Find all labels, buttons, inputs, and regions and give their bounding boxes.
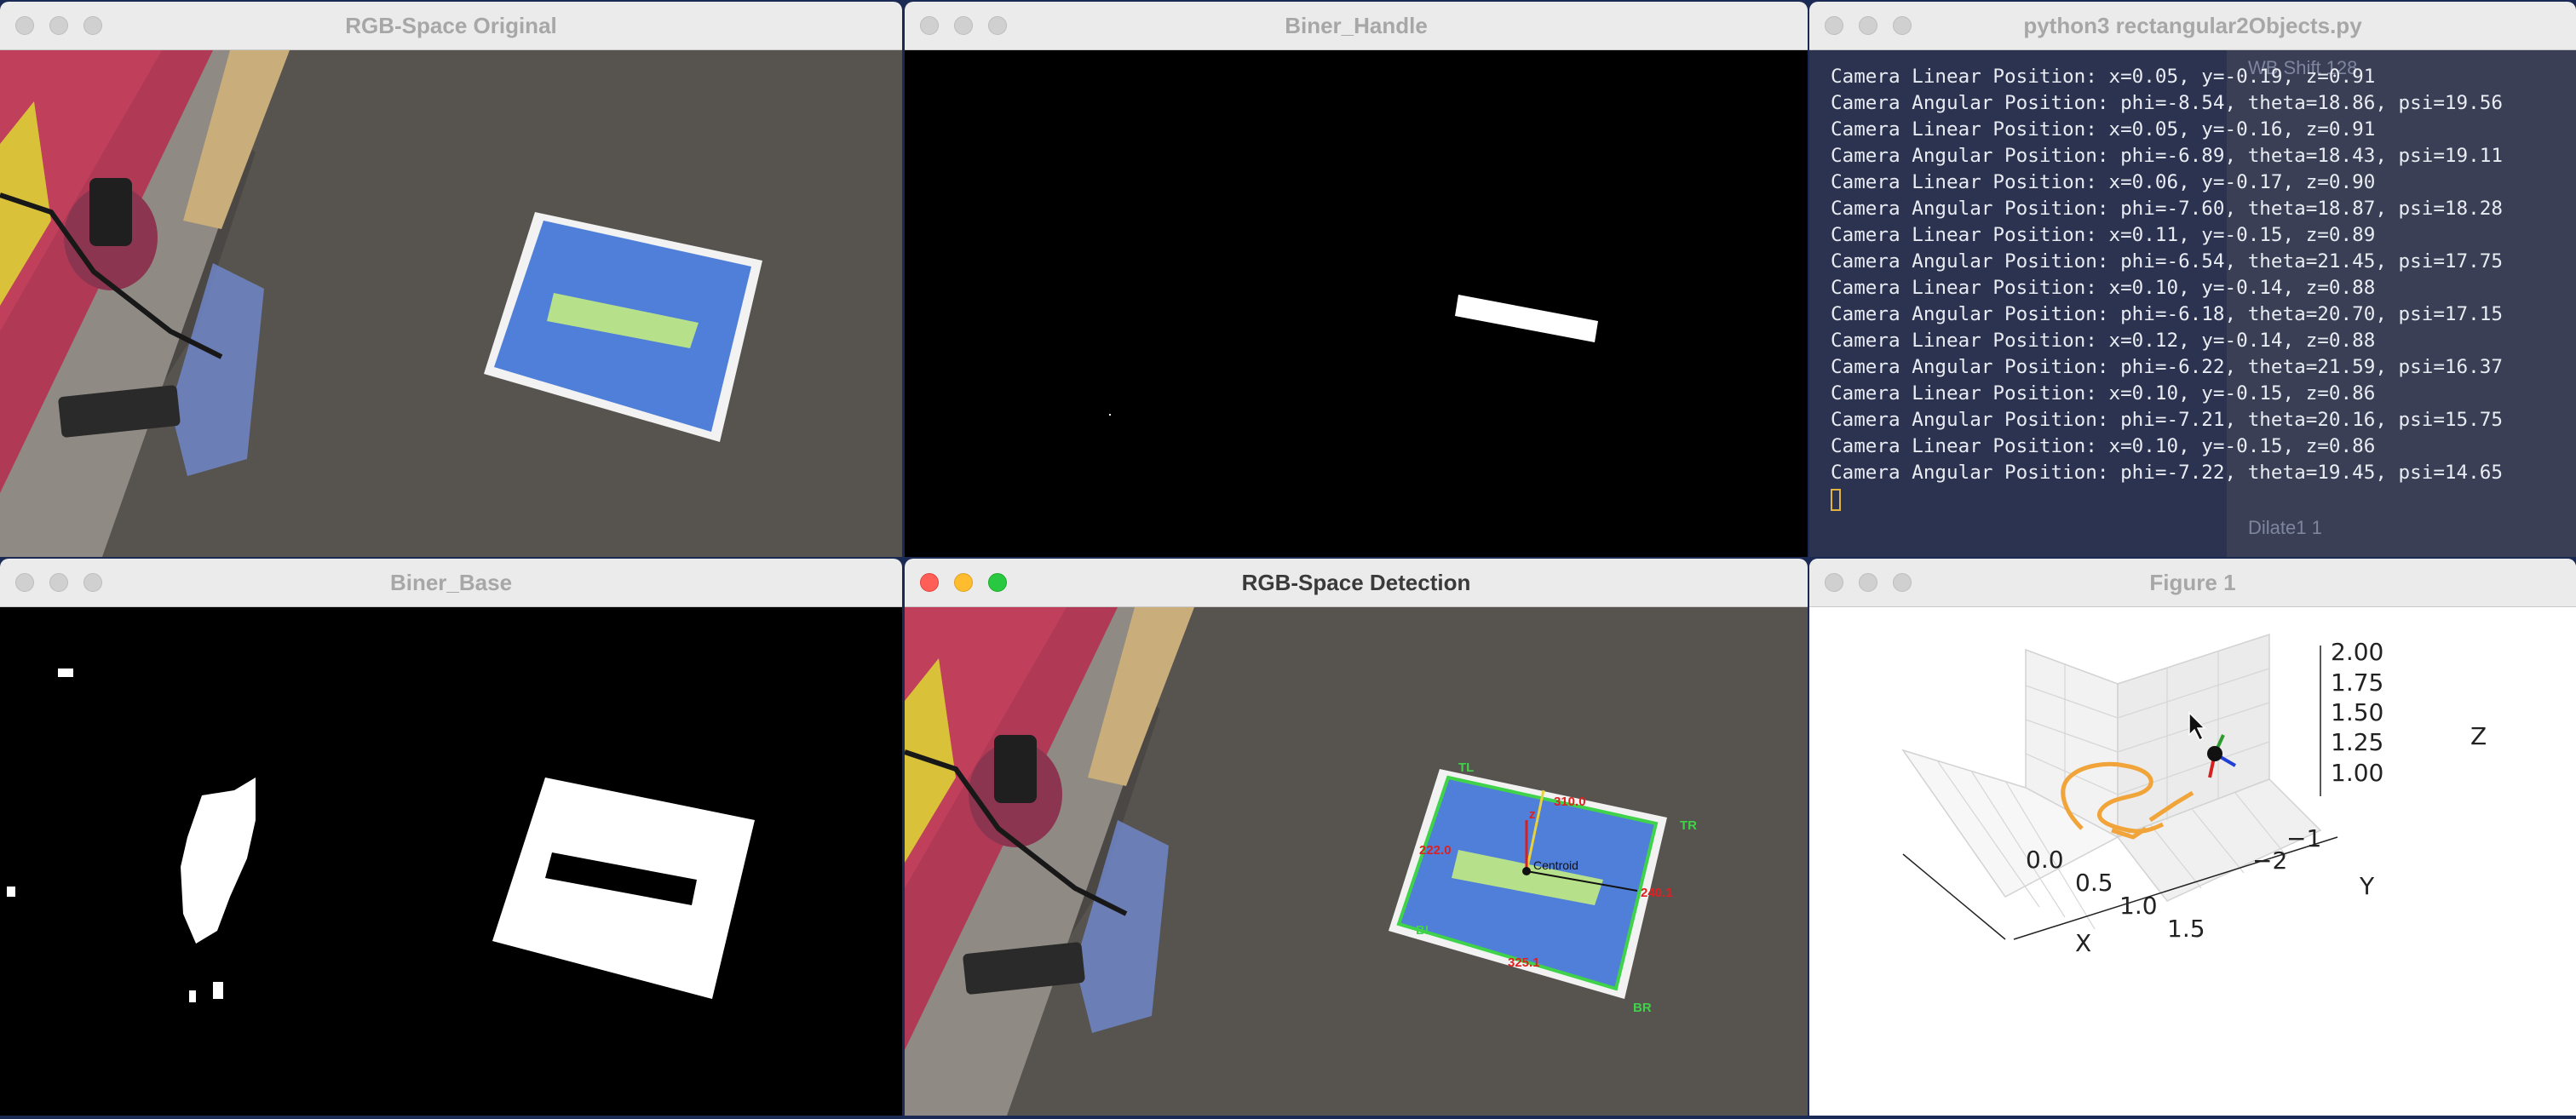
terminal-prompt[interactable] [1831, 486, 2576, 513]
terminal-line: Camera Linear Position: x=0.05, y=-0.19,… [1831, 66, 2376, 88]
window-rgb-original[interactable]: RGB-Space Original [0, 2, 902, 557]
terminal-line: Camera Angular Position: phi=-6.22, thet… [1831, 356, 2503, 378]
terminal-line: Camera Linear Position: x=0.10, y=-0.15,… [1831, 382, 2376, 405]
edge-length-bottom: 325.1 [1508, 955, 1540, 970]
titlebar[interactable]: RGB-Space Detection [905, 559, 1808, 607]
corner-label-tl: TL [1458, 760, 1474, 775]
titlebar[interactable]: Figure 1 [1809, 559, 2576, 607]
z-axis-label: Z [2470, 722, 2487, 750]
x-tick: 0.0 [2026, 846, 2064, 874]
z-tick: 2.00 [2331, 638, 2383, 666]
window-title: Biner_Base [389, 570, 513, 595]
centroid-label: Centroid [1533, 858, 1578, 872]
window-title: python3 rectangular2Objects.py [2023, 13, 2362, 38]
terminal-lines: Camera Linear Position: x=0.05, y=-0.19,… [1809, 50, 2576, 557]
corner-label-br: BR [1633, 1001, 1652, 1015]
x-tick: 1.0 [2119, 892, 2158, 920]
binary-mask-base [0, 607, 902, 1116]
window-biner-handle[interactable]: Biner_Handle [905, 2, 1808, 557]
terminal-line: Camera Linear Position: x=0.06, y=-0.17,… [1831, 171, 2376, 193]
window-terminal[interactable]: python3 rectangular2Objects.py WB Shift … [1809, 2, 2576, 557]
x-axis-label: X [2075, 929, 2091, 957]
y-tick: −2 [2252, 846, 2287, 875]
terminal-line: Camera Angular Position: phi=-8.54, thet… [1831, 92, 2503, 114]
terminal-line: Camera Angular Position: phi=-7.60, thet… [1831, 198, 2503, 220]
window-title: RGB-Space Original [345, 13, 557, 38]
window-rgb-detection[interactable]: RGB-Space Detection TL TR BL BR 310.0 22… [905, 559, 1808, 1116]
edge-length-right: 240.1 [1641, 886, 1673, 900]
z-axis-label: z [1529, 807, 1536, 822]
terminal-line: Camera Angular Position: phi=-7.21, thet… [1831, 409, 2503, 431]
x-tick: 1.5 [2167, 915, 2205, 943]
window-biner-base[interactable]: Biner_Base [0, 559, 902, 1116]
z-tick: 1.00 [2331, 759, 2383, 787]
z-tick: 1.75 [2331, 669, 2383, 697]
titlebar[interactable]: RGB-Space Original [0, 2, 902, 50]
window-title: Figure 1 [2149, 570, 2236, 595]
terminal-line: Camera Linear Position: x=0.10, y=-0.14,… [1831, 277, 2376, 299]
terminal-line: Camera Linear Position: x=0.12, y=-0.14,… [1831, 330, 2376, 352]
window-title: Biner_Handle [1285, 13, 1428, 38]
text-cursor-icon [1831, 488, 1841, 511]
window-figure1[interactable]: Figure 1 2.00 1.75 1.50 1.25 1.00 Z −1 −… [1809, 559, 2576, 1116]
titlebar[interactable]: python3 rectangular2Objects.py [1809, 2, 2576, 50]
terminal-line: Camera Angular Position: phi=-6.18, thet… [1831, 303, 2503, 325]
terminal-line: Camera Angular Position: phi=-6.89, thet… [1831, 145, 2503, 167]
camera-frame-detection: TL TR BL BR 310.0 222.0 325.1 240.1 z Ce… [905, 607, 1808, 1116]
corner-label-tr: TR [1680, 818, 1697, 833]
binary-mask-handle [905, 50, 1808, 557]
y-tick: −1 [2286, 824, 2321, 852]
camera-frame-original [0, 50, 902, 557]
terminal-line: Camera Angular Position: phi=-6.54, thet… [1831, 250, 2503, 273]
edge-length-left: 222.0 [1419, 843, 1452, 858]
y-axis-label: Y [2359, 872, 2375, 900]
edge-length-top: 310.0 [1554, 795, 1586, 809]
terminal-output[interactable]: WB Shift 128 Dilate1 1 Camera Linear Pos… [1809, 50, 2576, 557]
titlebar[interactable]: Biner_Handle [905, 2, 1808, 50]
titlebar[interactable]: Biner_Base [0, 559, 902, 607]
figure-canvas[interactable]: 2.00 1.75 1.50 1.25 1.00 Z −1 −2 Y 0.0 0… [1809, 607, 2576, 1116]
terminal-line: Camera Linear Position: x=0.10, y=-0.15,… [1831, 435, 2376, 457]
terminal-line: Camera Angular Position: phi=-7.22, thet… [1831, 462, 2503, 484]
z-tick: 1.25 [2331, 728, 2383, 756]
terminal-line: Camera Linear Position: x=0.11, y=-0.15,… [1831, 224, 2376, 246]
terminal-line: Camera Linear Position: x=0.05, y=-0.16,… [1831, 118, 2376, 141]
window-title: RGB-Space Detection [1241, 570, 1471, 595]
z-tick: 1.50 [2331, 698, 2383, 726]
corner-label-bl: BL [1416, 923, 1433, 938]
x-tick: 0.5 [2075, 869, 2113, 897]
